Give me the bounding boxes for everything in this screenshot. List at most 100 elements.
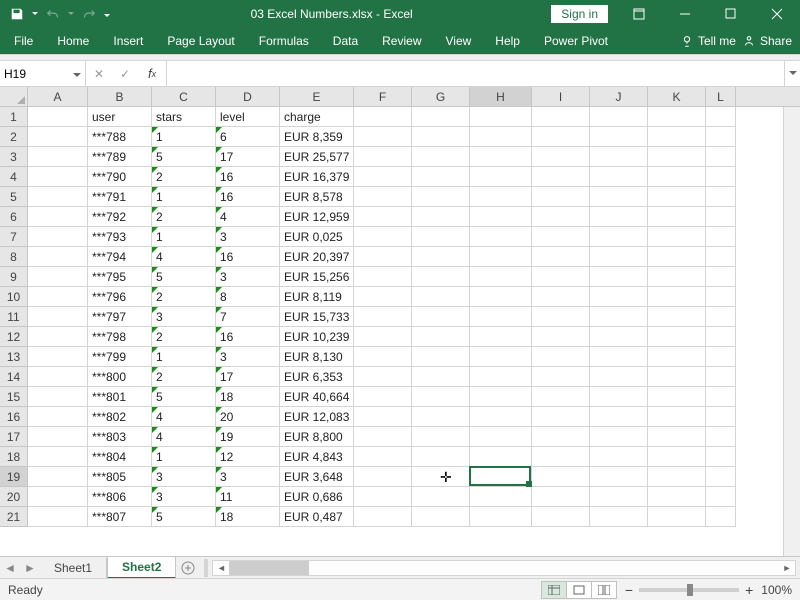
minimize-button[interactable] — [662, 0, 708, 28]
cell-F16[interactable] — [354, 407, 412, 427]
cell-F11[interactable] — [354, 307, 412, 327]
row-header-6[interactable]: 6 — [0, 207, 28, 227]
cell-D14[interactable]: 17 — [216, 367, 280, 387]
cell-F2[interactable] — [354, 127, 412, 147]
cell-B14[interactable]: ***800 — [88, 367, 152, 387]
cell-L10[interactable] — [706, 287, 736, 307]
cell-K1[interactable] — [648, 107, 706, 127]
cell-B19[interactable]: ***805 — [88, 467, 152, 487]
cell-A15[interactable] — [28, 387, 88, 407]
cell-E4[interactable]: EUR 16,379 — [280, 167, 354, 187]
cell-E8[interactable]: EUR 20,397 — [280, 247, 354, 267]
cell-E17[interactable]: EUR 8,800 — [280, 427, 354, 447]
col-header-C[interactable]: C — [152, 87, 216, 106]
cell-C1[interactable]: stars — [152, 107, 216, 127]
cell-L8[interactable] — [706, 247, 736, 267]
cell-J21[interactable] — [590, 507, 648, 527]
cell-L6[interactable] — [706, 207, 736, 227]
cell-B21[interactable]: ***807 — [88, 507, 152, 527]
cell-H8[interactable] — [470, 247, 532, 267]
hscroll-left[interactable]: ◄ — [213, 563, 229, 573]
zoom-out-button[interactable]: − — [625, 582, 633, 598]
cell-E5[interactable]: EUR 8,578 — [280, 187, 354, 207]
cell-B13[interactable]: ***799 — [88, 347, 152, 367]
cell-D15[interactable]: 18 — [216, 387, 280, 407]
cell-I3[interactable] — [532, 147, 590, 167]
cell-I1[interactable] — [532, 107, 590, 127]
cell-C4[interactable]: 2 — [152, 167, 216, 187]
cell-J6[interactable] — [590, 207, 648, 227]
cell-C12[interactable]: 2 — [152, 327, 216, 347]
cell-H15[interactable] — [470, 387, 532, 407]
col-header-A[interactable]: A — [28, 87, 88, 106]
cell-L3[interactable] — [706, 147, 736, 167]
col-header-B[interactable]: B — [88, 87, 152, 106]
view-page-break-button[interactable] — [591, 581, 617, 599]
col-header-E[interactable]: E — [280, 87, 354, 106]
cell-E18[interactable]: EUR 4,843 — [280, 447, 354, 467]
cell-L5[interactable] — [706, 187, 736, 207]
cell-B5[interactable]: ***791 — [88, 187, 152, 207]
row-header-21[interactable]: 21 — [0, 507, 28, 527]
cell-D21[interactable]: 18 — [216, 507, 280, 527]
cell-B3[interactable]: ***789 — [88, 147, 152, 167]
cell-G8[interactable] — [412, 247, 470, 267]
cell-A4[interactable] — [28, 167, 88, 187]
cell-G17[interactable] — [412, 427, 470, 447]
cell-C20[interactable]: 3 — [152, 487, 216, 507]
formula-expand[interactable] — [784, 61, 800, 86]
undo-button[interactable] — [42, 3, 64, 25]
cell-K7[interactable] — [648, 227, 706, 247]
cell-H20[interactable] — [470, 487, 532, 507]
cell-C7[interactable]: 1 — [152, 227, 216, 247]
redo-button[interactable] — [78, 3, 100, 25]
cell-I2[interactable] — [532, 127, 590, 147]
vertical-scrollbar[interactable] — [783, 107, 800, 556]
cell-I14[interactable] — [532, 367, 590, 387]
cell-C6[interactable]: 2 — [152, 207, 216, 227]
cell-J20[interactable] — [590, 487, 648, 507]
tab-help[interactable]: Help — [483, 28, 532, 54]
cell-I21[interactable] — [532, 507, 590, 527]
cell-L13[interactable] — [706, 347, 736, 367]
cell-I15[interactable] — [532, 387, 590, 407]
cell-J11[interactable] — [590, 307, 648, 327]
cell-I6[interactable] — [532, 207, 590, 227]
cell-K15[interactable] — [648, 387, 706, 407]
cell-C9[interactable]: 5 — [152, 267, 216, 287]
cell-F18[interactable] — [354, 447, 412, 467]
row-header-4[interactable]: 4 — [0, 167, 28, 187]
cell-G13[interactable] — [412, 347, 470, 367]
cell-G2[interactable] — [412, 127, 470, 147]
cell-K12[interactable] — [648, 327, 706, 347]
cell-G4[interactable] — [412, 167, 470, 187]
cell-L9[interactable] — [706, 267, 736, 287]
cell-J10[interactable] — [590, 287, 648, 307]
cell-F15[interactable] — [354, 387, 412, 407]
cell-C8[interactable]: 4 — [152, 247, 216, 267]
cell-I19[interactable] — [532, 467, 590, 487]
cell-I5[interactable] — [532, 187, 590, 207]
enter-formula-button[interactable]: ✓ — [112, 67, 138, 81]
cell-H17[interactable] — [470, 427, 532, 447]
cell-F4[interactable] — [354, 167, 412, 187]
cell-C19[interactable]: 3 — [152, 467, 216, 487]
name-box-input[interactable] — [4, 67, 60, 81]
cell-J15[interactable] — [590, 387, 648, 407]
cell-F6[interactable] — [354, 207, 412, 227]
row-header-18[interactable]: 18 — [0, 447, 28, 467]
cell-B7[interactable]: ***793 — [88, 227, 152, 247]
cell-E6[interactable]: EUR 12,959 — [280, 207, 354, 227]
hscroll-right[interactable]: ► — [779, 563, 795, 573]
cell-I20[interactable] — [532, 487, 590, 507]
add-sheet-button[interactable] — [176, 557, 200, 578]
cell-L11[interactable] — [706, 307, 736, 327]
cell-I18[interactable] — [532, 447, 590, 467]
cell-F3[interactable] — [354, 147, 412, 167]
cell-G5[interactable] — [412, 187, 470, 207]
cell-E12[interactable]: EUR 10,239 — [280, 327, 354, 347]
cell-H14[interactable] — [470, 367, 532, 387]
cell-A6[interactable] — [28, 207, 88, 227]
cell-J2[interactable] — [590, 127, 648, 147]
cell-F9[interactable] — [354, 267, 412, 287]
